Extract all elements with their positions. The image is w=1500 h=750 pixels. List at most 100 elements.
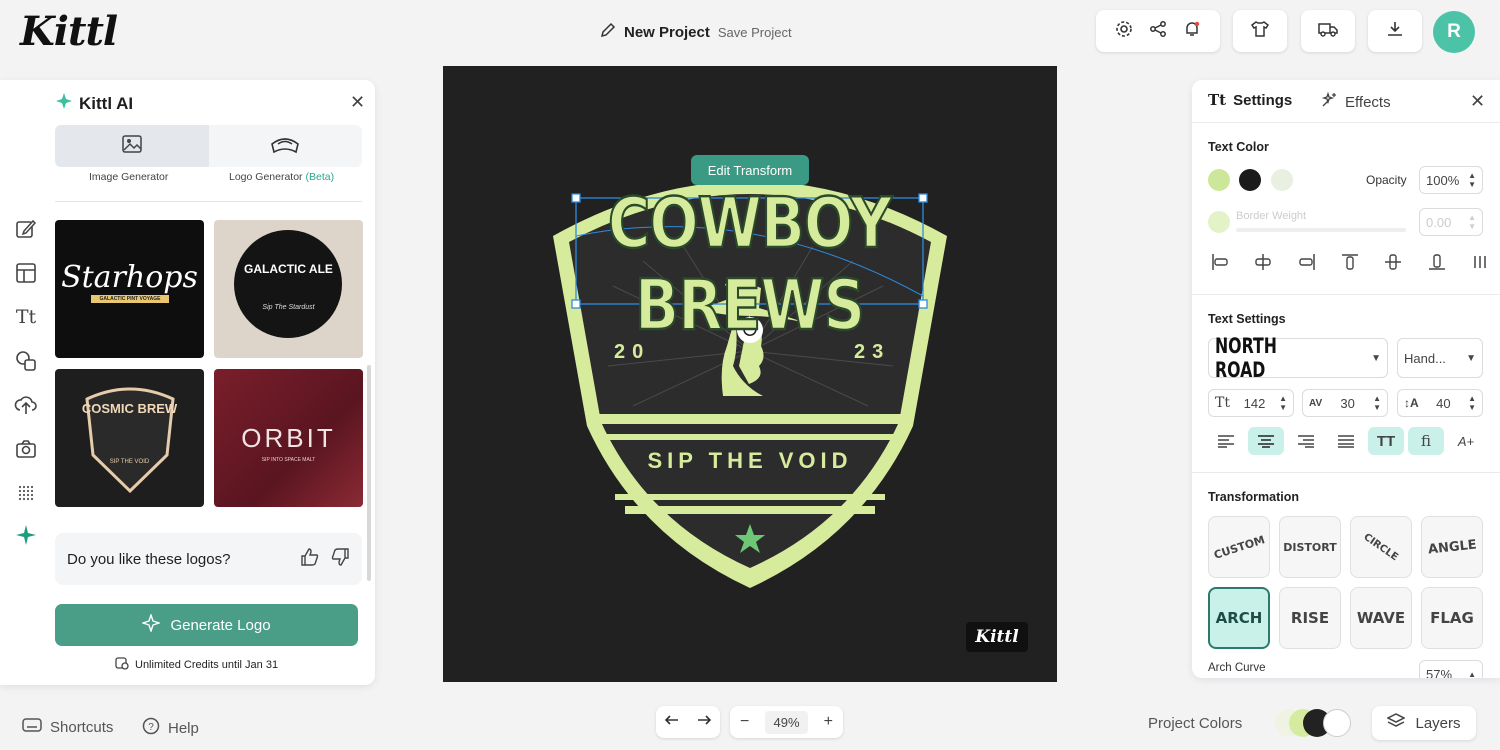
tab-settings[interactable]: Tt Settings: [1208, 91, 1292, 109]
print-delivery-button[interactable]: [1301, 10, 1355, 52]
edit-icon[interactable]: [14, 217, 38, 241]
zoom-level[interactable]: 49%: [765, 710, 808, 734]
text-tool-icon[interactable]: Tt: [14, 305, 38, 329]
design-canvas[interactable]: Edit Transform COWBOY BREWS 20 23 SIP TH…: [443, 66, 1057, 682]
edit-transform-button[interactable]: Edit Transform: [691, 155, 809, 185]
text-align-center-icon[interactable]: [1248, 427, 1284, 455]
tab-effects[interactable]: Effects: [1320, 91, 1391, 113]
zoom-out-icon[interactable]: −: [740, 713, 749, 731]
transform-wave[interactable]: WAVE: [1350, 587, 1412, 649]
save-project-link[interactable]: Save Project: [718, 25, 792, 40]
transform-rise[interactable]: RISE: [1279, 587, 1341, 649]
line-height-input[interactable]: ↕A 40 ▲ ▼: [1397, 389, 1483, 417]
stepper-icon[interactable]: ▲ ▼: [1373, 394, 1381, 412]
chevron-down-icon: ▼: [1371, 352, 1381, 364]
logo-thumbnail-starhops[interactable]: Starhops GALACTIC PINT VOYAGE: [55, 220, 204, 358]
layers-button[interactable]: Layers: [1372, 706, 1476, 740]
share-icon[interactable]: [1149, 20, 1167, 43]
help-button[interactable]: ? Help: [142, 717, 199, 739]
transform-option-label: ARCH: [1215, 609, 1263, 627]
thumb-title: ORBIT: [241, 423, 336, 453]
font-style-select[interactable]: Hand... ▼: [1397, 338, 1483, 378]
thumbs-down-icon[interactable]: [330, 547, 350, 571]
align-right-icon[interactable]: [1297, 252, 1317, 277]
thumbs-up-icon[interactable]: [300, 547, 320, 571]
text-tool-icon: Tt: [1208, 91, 1227, 109]
transform-angle[interactable]: ANGLE: [1421, 516, 1483, 578]
text-align-right-icon[interactable]: [1288, 427, 1324, 455]
sparkle-icon: [141, 612, 162, 636]
transform-flag[interactable]: FLAG: [1421, 587, 1483, 649]
distribute-icon[interactable]: [1470, 252, 1490, 277]
user-avatar[interactable]: R: [1433, 11, 1475, 53]
align-bottom-icon[interactable]: [1427, 252, 1447, 277]
settings-icon[interactable]: [1115, 20, 1133, 43]
text-justify-icon[interactable]: [1328, 427, 1364, 455]
divider: [1192, 122, 1500, 123]
templates-icon[interactable]: [14, 261, 38, 285]
color-swatch[interactable]: [1271, 169, 1293, 191]
font-size-input[interactable]: Tt 142 ▲ ▼: [1208, 389, 1294, 417]
text-effects-icon[interactable]: A+: [1448, 427, 1484, 455]
shortcuts-button[interactable]: Shortcuts: [22, 717, 113, 737]
font-family-select[interactable]: NORTH ROAD ▼: [1208, 334, 1388, 382]
border-color-swatch[interactable]: [1208, 211, 1230, 233]
close-icon[interactable]: ✕: [1470, 91, 1485, 112]
letter-spacing-input[interactable]: AV 30 ▲ ▼: [1302, 389, 1388, 417]
top-tools-group: [1096, 10, 1220, 52]
year-left-text[interactable]: 20: [614, 341, 650, 364]
download-button[interactable]: [1368, 10, 1422, 52]
close-icon[interactable]: ✕: [350, 92, 365, 113]
align-top-icon[interactable]: [1340, 252, 1360, 277]
align-center-h-icon[interactable]: [1253, 252, 1273, 277]
color-swatch[interactable]: [1239, 169, 1261, 191]
tagline-text[interactable]: SIP THE VOID: [593, 448, 907, 474]
project-name[interactable]: New Project: [624, 24, 710, 41]
tab-image-generator[interactable]: [55, 125, 209, 167]
uppercase-icon[interactable]: TT: [1368, 427, 1404, 455]
stepper-icon[interactable]: ▲: [1468, 670, 1476, 679]
logo-thumbnail-orbit[interactable]: ORBIT SIP INTO SPACE MALT: [214, 369, 363, 507]
headline-text[interactable]: COWBOY BREWS: [576, 181, 923, 347]
transform-option-label: RISE: [1290, 609, 1330, 627]
shortcuts-label: Shortcuts: [50, 718, 114, 736]
transform-circle[interactable]: CIRCLE: [1350, 516, 1412, 578]
tab-logo-generator[interactable]: [208, 125, 362, 167]
logo-thumbnail-cosmic-brew[interactable]: COSMIC BREW SIP THE VOID: [55, 369, 204, 507]
ai-sparkle-icon[interactable]: [14, 523, 38, 547]
merch-button[interactable]: [1233, 10, 1287, 52]
stepper-icon[interactable]: ▲ ▼: [1279, 394, 1287, 412]
panel-scrollbar[interactable]: [367, 365, 371, 581]
year-right-text[interactable]: 23: [854, 341, 890, 364]
upload-icon[interactable]: [14, 393, 38, 417]
logo-generator-text: Logo Generator: [229, 171, 303, 183]
project-colors-swatches[interactable]: [1275, 709, 1351, 737]
grid-dots-icon[interactable]: [14, 481, 38, 505]
stepper-icon[interactable]: ▲ ▼: [1468, 394, 1476, 412]
pencil-icon[interactable]: [600, 22, 616, 43]
align-left-icon[interactable]: [1210, 252, 1230, 277]
align-middle-icon[interactable]: [1383, 252, 1403, 277]
notification-bell-icon[interactable]: [1183, 20, 1201, 43]
shapes-icon[interactable]: [14, 349, 38, 373]
color-swatch[interactable]: [1208, 169, 1230, 191]
undo-icon[interactable]: [664, 713, 680, 732]
text-align-left-icon[interactable]: [1208, 427, 1244, 455]
arch-curve-input[interactable]: 57% ▲: [1419, 660, 1483, 678]
logo-thumbnail-galactic-ale[interactable]: GALACTIC ALE Sip The Stardust: [214, 220, 363, 358]
transform-arch[interactable]: ARCH: [1208, 587, 1270, 649]
opacity-input[interactable]: 100% ▲ ▼: [1419, 166, 1483, 194]
transform-custom[interactable]: CUSTOM: [1208, 516, 1270, 578]
zoom-in-icon[interactable]: +: [824, 713, 833, 731]
transform-distort[interactable]: DISTORT: [1279, 516, 1341, 578]
border-weight-slider[interactable]: [1236, 228, 1406, 232]
ligature-icon[interactable]: ﬁ: [1408, 427, 1444, 455]
stepper-icon[interactable]: ▲ ▼: [1468, 171, 1476, 189]
redo-icon[interactable]: [696, 713, 712, 732]
opacity-value: 100%: [1426, 172, 1460, 188]
kittl-logo[interactable]: Kittl: [20, 8, 118, 55]
camera-icon[interactable]: [14, 437, 38, 461]
image-icon: [121, 134, 143, 159]
generate-logo-button[interactable]: Generate Logo: [55, 604, 358, 646]
border-weight-input[interactable]: 0.00 ▲ ▼: [1419, 208, 1483, 236]
